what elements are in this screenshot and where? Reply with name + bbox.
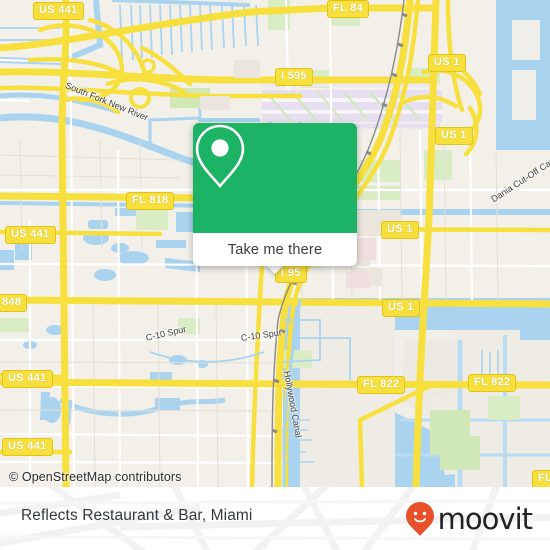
road-shield: US 441 <box>2 438 53 456</box>
road-shield: US 441 <box>2 370 53 388</box>
moovit-smiley-pin-icon <box>405 502 434 536</box>
road-shield: FL <box>532 470 550 487</box>
road-shield: US 1 <box>428 54 466 72</box>
road-shield: FL 822 <box>357 376 406 394</box>
card-action-area[interactable]: Take me there <box>193 233 357 266</box>
road-shield: FL 822 <box>468 374 517 392</box>
road-shield: US 1 <box>381 221 419 239</box>
road-shield: FL 818 <box>126 192 175 210</box>
moovit-brand[interactable]: moovit <box>405 501 533 537</box>
road-shield: FL 84 <box>327 0 370 18</box>
road-shield: US 441 <box>5 226 56 244</box>
map-canvas[interactable]: .wtr{fill:#aad3f0} .grn{fill:#cfe8b6} .g… <box>0 0 550 487</box>
take-me-there-card[interactable]: Take me there <box>193 123 357 266</box>
road-shield: US 441 <box>33 2 84 20</box>
moovit-map-share-card: .wtr{fill:#aad3f0} .grn{fill:#cfe8b6} .g… <box>0 0 550 550</box>
footer-bar: Reflects Restaurant & Bar, Miami moovit <box>0 487 550 550</box>
osm-attribution[interactable]: © OpenStreetMap contributors <box>9 470 182 484</box>
road-shield: 848 <box>0 294 28 312</box>
road-shield: US 1 <box>435 127 473 145</box>
road-shield: I 595 <box>275 68 313 86</box>
location-title: Reflects Restaurant & Bar, Miami <box>21 507 253 524</box>
take-me-there-label: Take me there <box>227 241 323 258</box>
road-shield: US 1 <box>382 299 420 317</box>
map-pin-icon <box>195 124 245 189</box>
card-marker-area <box>193 123 357 233</box>
moovit-wordmark: moovit <box>437 502 533 536</box>
